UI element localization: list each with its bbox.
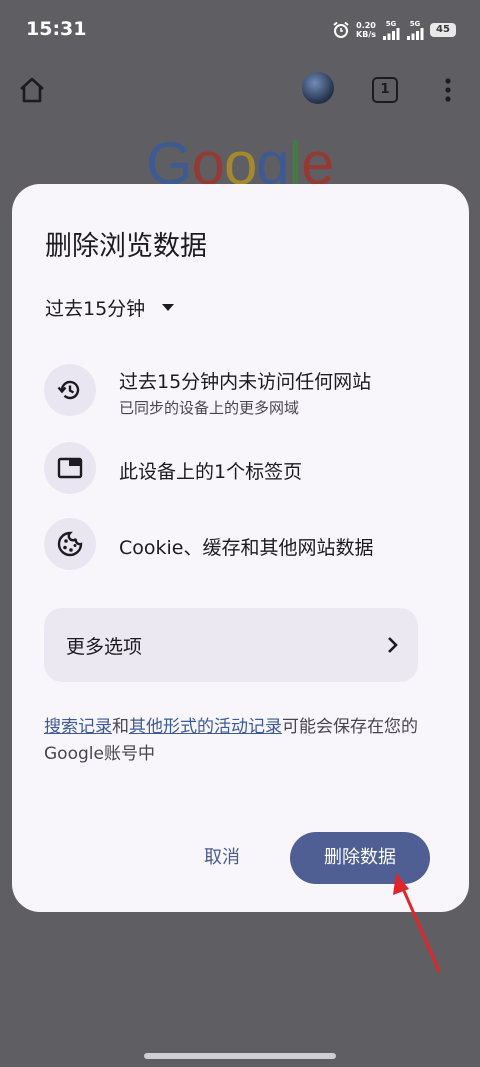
dialog-title: 删除浏览数据 bbox=[45, 231, 207, 262]
activity-history-link[interactable]: 其他形式的活动记录 bbox=[129, 717, 282, 737]
more-menu-icon[interactable] bbox=[440, 74, 456, 106]
status-time: 15:31 bbox=[26, 18, 87, 40]
status-icons: 0.20 KB/s 5G 5G 45 bbox=[332, 18, 456, 42]
signal-bars-icon bbox=[383, 28, 400, 40]
time-range-label: 过去15分钟 bbox=[45, 297, 146, 320]
dropdown-caret-icon bbox=[162, 303, 175, 311]
battery-indicator: 45 bbox=[430, 23, 456, 37]
tab-switcher-button[interactable]: 1 bbox=[372, 77, 398, 103]
tabs-item-title: 此设备上的1个标签页 bbox=[119, 461, 303, 483]
gesture-navigation-bar[interactable] bbox=[144, 1053, 336, 1059]
search-history-link[interactable]: 搜索记录 bbox=[44, 717, 112, 737]
signal-2: 5G bbox=[406, 20, 424, 40]
clear-browsing-data-dialog: 删除浏览数据 过去15分钟 过去15分钟内未访问任何网站 已同步的设备上的更多网… bbox=[12, 184, 469, 912]
signal-1: 5G bbox=[382, 20, 400, 40]
chevron-right-icon bbox=[388, 637, 398, 653]
alarm-icon bbox=[333, 21, 349, 38]
cancel-button[interactable]: 取消 bbox=[178, 832, 266, 884]
tab-icon bbox=[44, 442, 96, 494]
delete-data-button[interactable]: 删除数据 bbox=[290, 832, 430, 884]
status-bar: 15:31 0.20 KB/s 5G 5G 45 bbox=[0, 0, 480, 60]
account-avatar[interactable] bbox=[302, 72, 334, 104]
home-icon[interactable] bbox=[16, 74, 48, 106]
more-options-label: 更多选项 bbox=[66, 636, 143, 658]
signal-bars-icon bbox=[407, 28, 424, 40]
history-item-subtitle: 已同步的设备上的更多网域 bbox=[119, 399, 300, 417]
time-range-dropdown[interactable]: 过去15分钟 bbox=[45, 295, 175, 320]
history-item-title: 过去15分钟内未访问任何网站 bbox=[119, 371, 372, 393]
network-speed: 0.20 KB/s bbox=[356, 21, 376, 39]
browser-toolbar: 1 bbox=[0, 66, 480, 114]
more-options-row[interactable]: 更多选项 bbox=[44, 608, 418, 682]
account-note: 搜索记录和其他形式的活动记录可能会保存在您的Google账号中 bbox=[44, 717, 418, 764]
history-icon bbox=[44, 364, 96, 416]
cookies-item-title: Cookie、缓存和其他网站数据 bbox=[119, 537, 374, 559]
cookie-icon bbox=[44, 518, 96, 570]
